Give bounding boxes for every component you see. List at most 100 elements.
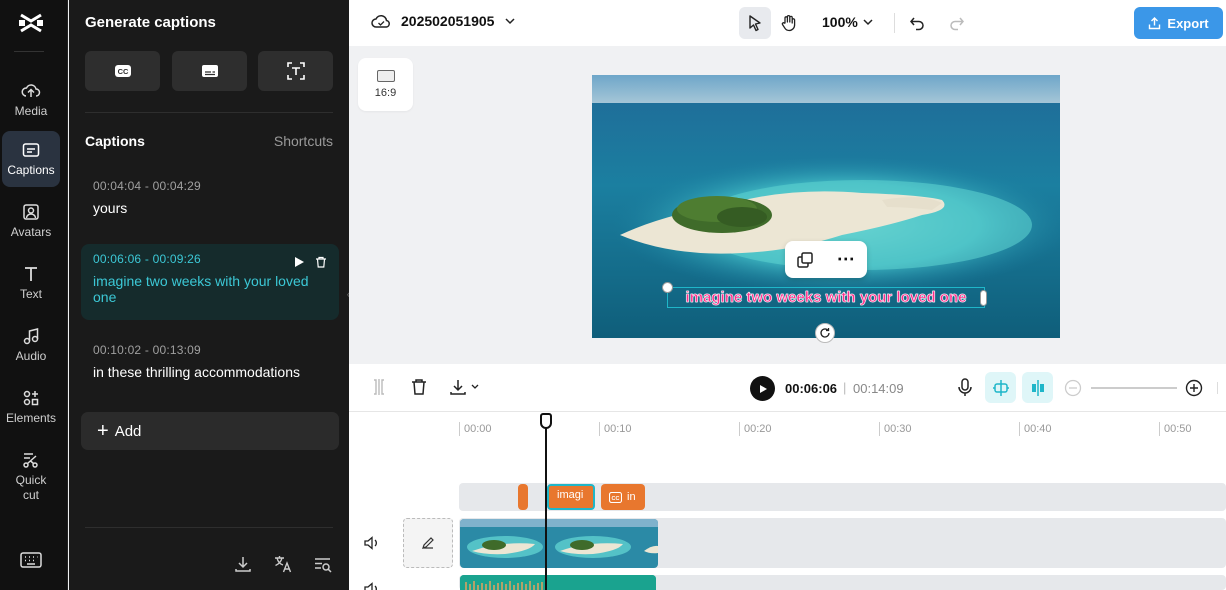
redo-button[interactable] <box>945 7 969 39</box>
hand-icon <box>781 15 796 32</box>
toolbar-divider <box>1217 382 1218 394</box>
duplicate-icon[interactable] <box>796 251 814 269</box>
trash-icon[interactable] <box>315 256 327 268</box>
project-name[interactable]: 202502051905 <box>401 13 494 29</box>
caption-clip[interactable]: CC in <box>601 484 645 510</box>
translate-icon[interactable] <box>273 554 293 574</box>
svg-text:CC: CC <box>612 496 620 502</box>
rail-item-label: Quick cut <box>15 472 47 502</box>
aspect-ratio-label: 16:9 <box>374 87 397 99</box>
rail-item-audio[interactable]: Audio <box>2 317 60 373</box>
playhead-handle[interactable] <box>540 413 552 429</box>
rail-item-avatars[interactable]: Avatars <box>2 193 60 249</box>
ruler-tick: 00:40 <box>1019 422 1052 436</box>
resize-handle[interactable] <box>980 290 987 306</box>
zoom-out-icon[interactable] <box>1064 379 1082 397</box>
quick-cut-icon <box>23 452 38 468</box>
cover-button[interactable] <box>403 518 453 568</box>
playhead[interactable] <box>545 426 547 590</box>
chevron-down-icon[interactable] <box>504 15 516 27</box>
subtitle-file-button[interactable] <box>172 51 247 91</box>
keyboard-icon[interactable] <box>20 551 42 569</box>
top-bar: 202502051905 100% Export <box>349 0 1226 46</box>
auto-snap-toggle[interactable] <box>985 372 1016 403</box>
total-duration: 00:14:09 <box>853 381 904 396</box>
auto-captions-button[interactable]: CC <box>85 51 160 91</box>
capcut-logo-icon[interactable] <box>18 12 44 34</box>
caption-text[interactable]: yours <box>93 200 327 216</box>
speaker-icon[interactable] <box>364 536 380 550</box>
undo-icon <box>910 17 924 31</box>
ruler-tick: 00:00 <box>459 422 492 436</box>
caption-text[interactable]: in these thrilling accommodations <box>93 364 327 380</box>
magnet-icon <box>992 379 1009 396</box>
speaker-icon[interactable] <box>364 582 380 590</box>
shortcuts-link[interactable]: Shortcuts <box>274 133 333 149</box>
video-clip[interactable] <box>460 519 658 568</box>
caption-item[interactable]: 00:10:02 - 00:13:09 in these thrilling a… <box>81 335 339 388</box>
microphone-icon[interactable] <box>957 378 973 398</box>
caption-item[interactable]: 00:04:04 - 00:04:29 yours <box>81 171 339 224</box>
aspect-ratio-button[interactable]: 16:9 <box>358 58 413 111</box>
caption-time: 00:10:02 - 00:13:09 <box>93 343 201 357</box>
caption-text[interactable]: imagine two weeks with your loved one <box>93 273 329 305</box>
captions-icon <box>22 143 40 157</box>
download-dropdown-icon[interactable] <box>450 378 482 396</box>
left-rail: Media Captions Avatars Text Audio Elemen… <box>0 0 68 590</box>
rail-item-quick-cut[interactable]: Quick cut <box>2 446 60 506</box>
rotate-handle[interactable] <box>815 323 835 343</box>
download-icon[interactable] <box>233 554 253 574</box>
zoom-dropdown[interactable]: 100% <box>822 14 874 30</box>
rail-item-elements[interactable]: Elements <box>2 379 60 435</box>
linkage-toggle[interactable] <box>1022 372 1053 403</box>
audio-clip[interactable] <box>460 575 656 590</box>
panel-divider <box>85 527 333 528</box>
hand-tool-button[interactable] <box>773 7 805 39</box>
play-button[interactable] <box>750 376 775 401</box>
caption-clip-selected[interactable]: imagi <box>547 484 595 510</box>
playback-bar: 00:06:06 | 00:14:09 <box>349 364 1226 412</box>
caption-item-active[interactable]: 00:06:06 - 00:09:26 imagine two weeks wi… <box>81 244 339 320</box>
export-label: Export <box>1167 15 1209 31</box>
caption-floating-toolbar: ⋯ <box>785 241 867 278</box>
timeline-zoom-slider[interactable] <box>1091 387 1177 389</box>
scan-text-icon <box>286 62 305 80</box>
rail-item-label: Audio <box>15 349 47 363</box>
caption-clip-text: imagi <box>557 489 584 501</box>
add-caption-button[interactable]: + Add <box>81 412 339 450</box>
caption-text-box[interactable]: imagine two weeks with your loved one <box>667 287 985 308</box>
rail-divider <box>14 51 44 52</box>
caption-time: 00:04:04 - 00:04:29 <box>93 179 201 193</box>
caption-overlay-text: imagine two weeks with your loved one <box>685 289 967 307</box>
cc-icon: CC <box>609 491 622 503</box>
rail-item-media[interactable]: Media <box>2 72 60 128</box>
scan-captions-button[interactable] <box>258 51 333 91</box>
rail-item-captions[interactable]: Captions <box>2 131 60 187</box>
select-tool-button[interactable] <box>739 7 771 39</box>
toolbar-divider <box>894 13 895 33</box>
ruler-tick: 00:10 <box>599 422 632 436</box>
timeline[interactable]: 00:00 00:10 00:20 00:30 00:40 00:50 imag… <box>349 412 1226 590</box>
cloud-sync-icon[interactable] <box>371 13 391 29</box>
play-icon <box>759 384 767 393</box>
trash-icon[interactable] <box>411 378 427 396</box>
play-icon[interactable] <box>293 256 305 268</box>
ruler-tick: 00:50 <box>1159 422 1192 436</box>
caption-clip[interactable] <box>518 484 528 510</box>
aspect-ratio-icon <box>376 70 395 82</box>
cursor-icon <box>749 15 761 32</box>
more-options-icon[interactable]: ⋯ <box>837 249 856 270</box>
ruler-tick: 00:20 <box>739 422 772 436</box>
svg-text:CC: CC <box>117 67 128 76</box>
search-list-icon[interactable] <box>313 554 333 574</box>
text-icon <box>25 267 37 281</box>
rail-item-text[interactable]: Text <box>2 255 60 311</box>
time-separator: | <box>843 380 847 395</box>
zoom-in-icon[interactable] <box>1185 379 1203 397</box>
rail-item-label: Elements <box>5 411 57 425</box>
resize-handle[interactable] <box>662 282 673 293</box>
export-button[interactable]: Export <box>1134 7 1223 39</box>
rail-item-label: Text <box>19 287 42 301</box>
split-icon[interactable] <box>371 378 387 396</box>
undo-button[interactable] <box>905 7 929 39</box>
